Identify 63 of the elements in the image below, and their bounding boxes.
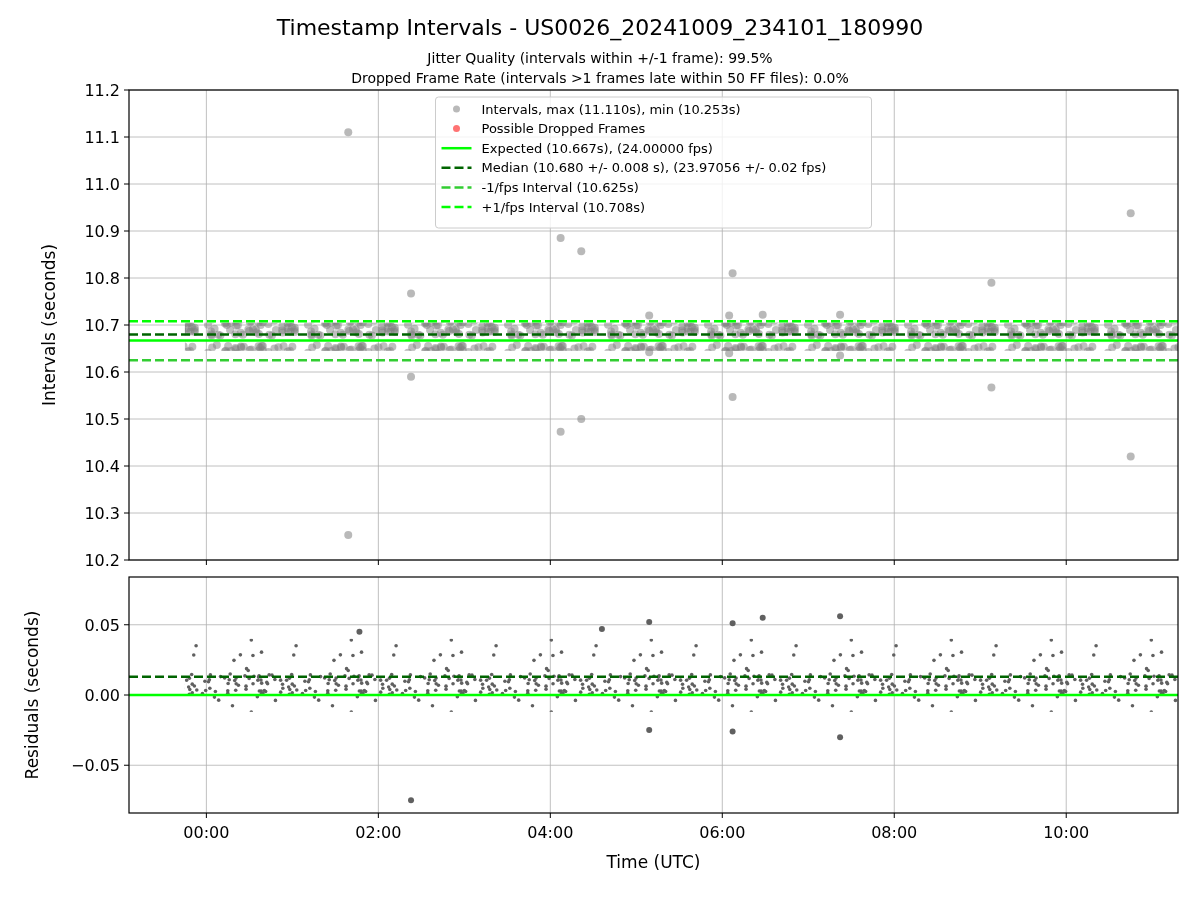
data-point (344, 531, 353, 540)
tick-label: 10.6 (84, 363, 120, 382)
data-point (725, 311, 734, 320)
data-point (987, 383, 996, 392)
data-point (577, 415, 586, 423)
data-point (837, 613, 844, 620)
tick-label: 02:00 (355, 823, 402, 842)
legend-label: -1/fps Interval (10.625s) (481, 179, 639, 195)
data-point (729, 728, 736, 735)
tick-label: 10:00 (1043, 823, 1090, 842)
tick-label: 04:00 (527, 823, 574, 842)
chart-subtitle: Jitter Quality (intervals within +/-1 frame): 99.5% (427, 49, 773, 68)
data-point (837, 734, 844, 741)
chart-subtitle: Dropped Frame Rate (intervals >1 frames late within 50 FF files): 0.0% (351, 69, 849, 88)
data-point (356, 628, 363, 635)
tick-label: 10.9 (84, 222, 120, 241)
tick-label: 00:00 (183, 823, 230, 842)
tick-label: 0.00 (84, 686, 120, 705)
data-point (577, 247, 586, 256)
data-point (556, 234, 565, 243)
legend-label: +1/fps Interval (10.708s) (481, 199, 646, 215)
tick-label: 11.0 (84, 175, 120, 194)
tick-label: 11.2 (84, 81, 120, 100)
tick-label: 10.8 (84, 269, 120, 288)
tick-label: 0.05 (84, 615, 120, 635)
legend-label: Possible Dropped Frames (481, 121, 646, 137)
data-point (646, 618, 653, 625)
data-point (758, 310, 767, 319)
data-point (836, 310, 845, 319)
data-point (759, 614, 766, 621)
data-point (646, 727, 653, 734)
legend-label: Expected (10.667s), (24.00000 fps) (481, 140, 713, 156)
tick-label: 10.3 (84, 504, 120, 523)
data-point (407, 372, 416, 381)
tick-label: 10.7 (84, 316, 120, 335)
data-point (725, 349, 734, 358)
data-point (407, 289, 416, 298)
data-point (598, 626, 605, 632)
tick-label: −0.05 (70, 756, 120, 776)
legend-label: Median (10.680 +/- 0.008 s), (23.97056 +/- 0.02 fps) (481, 160, 827, 176)
tick-label: 10.5 (84, 410, 120, 429)
tick-label: 08:00 (871, 823, 918, 842)
data-point (408, 797, 415, 804)
data-point (729, 620, 736, 627)
tick-label: 10.4 (84, 457, 120, 476)
axis-label: Residuals (seconds) (22, 610, 42, 780)
chart-title: Timestamp Intervals - US0026_20241009_234101_180990 (276, 14, 924, 42)
data-point (1126, 452, 1135, 461)
tick-label: 11.1 (84, 128, 120, 147)
data-point (344, 128, 353, 137)
axis-label: Intervals (seconds) (39, 243, 59, 407)
data-point (728, 269, 737, 278)
data-point (836, 351, 845, 360)
data-point (1126, 209, 1135, 218)
data-point (645, 348, 654, 357)
tick-label: 06:00 (699, 823, 746, 842)
data-point (987, 278, 996, 287)
tick-label: 10.2 (84, 551, 120, 570)
data-point (645, 311, 654, 320)
data-point (556, 427, 565, 436)
legend-label: Intervals, max (11.110s), min (10.253s) (481, 101, 741, 117)
axis-label: Time (UTC) (606, 852, 701, 872)
data-point (728, 392, 737, 401)
